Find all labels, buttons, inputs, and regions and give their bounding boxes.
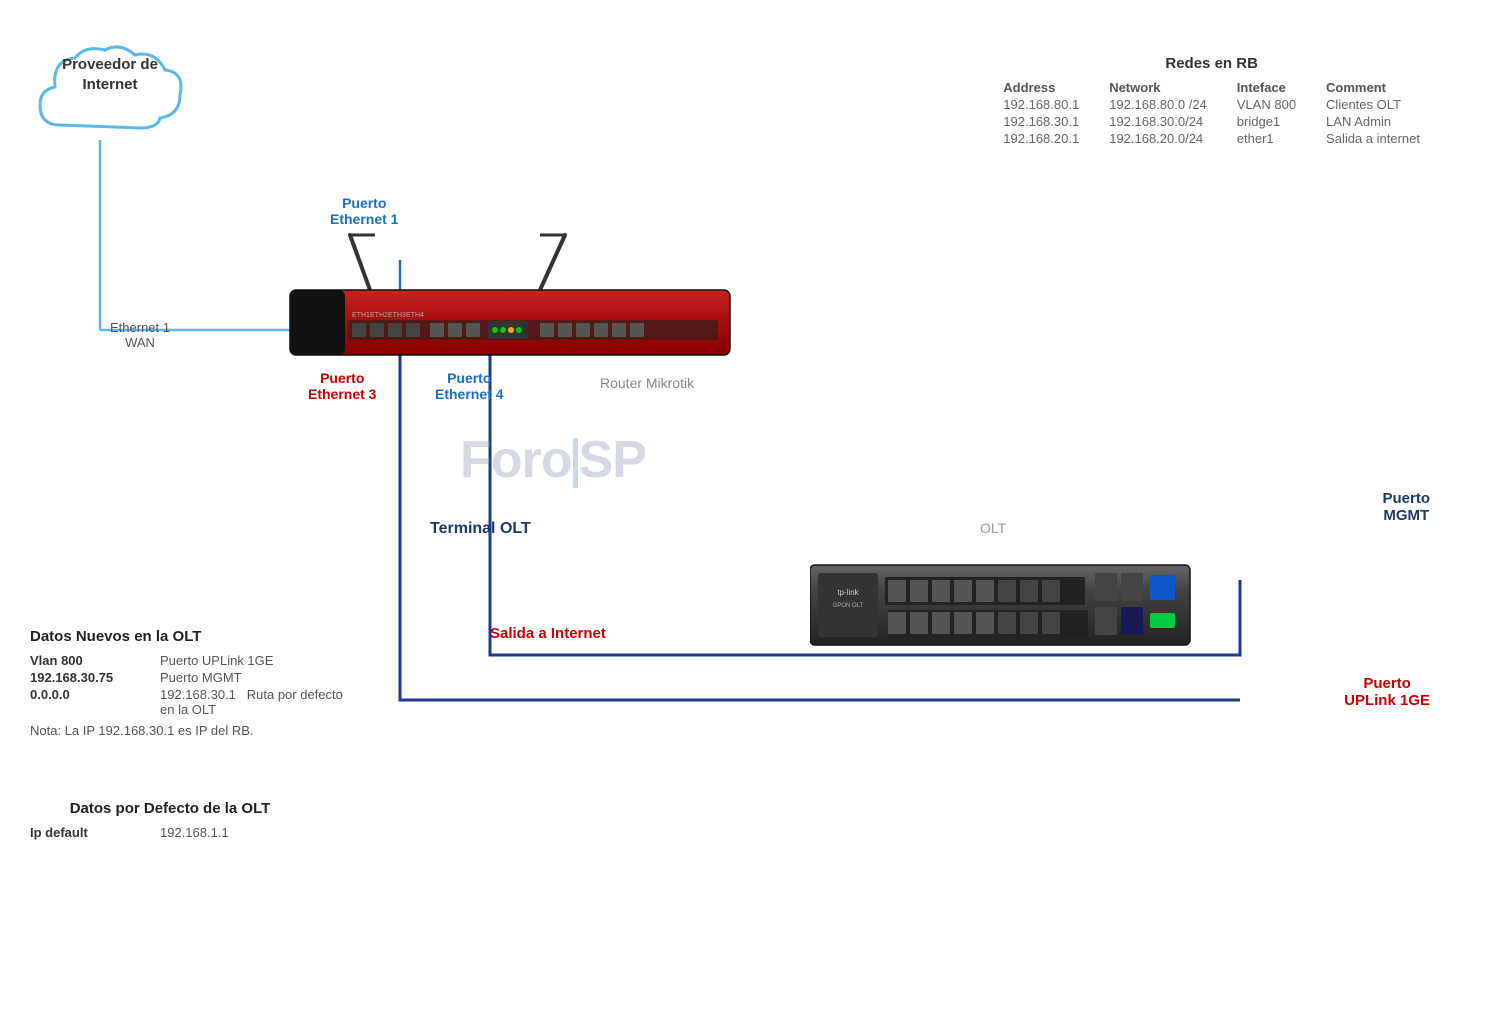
datos-nuevos-nota: Nota: La IP 192.168.30.1 es IP del RB. xyxy=(30,723,360,738)
table-cell-iface-1: bridge1 xyxy=(1237,114,1296,129)
col-header-network: Network xyxy=(1109,80,1207,95)
label-terminal-olt: Terminal OLT xyxy=(430,520,531,538)
dd-value-0: 192.168.1.1 xyxy=(160,825,310,840)
label-puerto-uplink: Puerto UPLink 1GE xyxy=(1344,675,1430,709)
col-header-address: Address xyxy=(1003,80,1079,95)
olt-device-drawing: tp-link GPON OLT xyxy=(810,555,1270,660)
col-header-interface: Inteface xyxy=(1237,80,1296,95)
label-olt: OLT xyxy=(980,520,1006,536)
datos-defecto-section: Datos por Defecto de la OLT Ip default 1… xyxy=(30,800,310,840)
datos-defecto-grid: Ip default 192.168.1.1 xyxy=(30,825,310,840)
datos-nuevos-grid: Vlan 800 Puerto UPLink 1GE 192.168.30.75… xyxy=(30,653,360,717)
svg-text:GPON OLT: GPON OLT xyxy=(833,603,864,609)
label-eth1-wan: Ethernet 1 WAN xyxy=(110,320,170,350)
label-salida-internet: Salida a Internet xyxy=(490,625,606,642)
col-header-comment: Comment xyxy=(1326,80,1420,95)
dn-value-0: Puerto UPLink 1GE xyxy=(160,653,360,668)
network-connections xyxy=(0,0,1500,1031)
table-cell-addr-0: 192.168.80.1 xyxy=(1003,97,1079,112)
label-puerto-ethernet1: PuertoEthernet 1 xyxy=(330,195,398,227)
label-puerto-ethernet3: Puerto Ethernet 3 xyxy=(308,370,376,402)
dn-label-0: Vlan 800 xyxy=(30,653,150,668)
dn-label-1: 192.168.30.75 xyxy=(30,670,150,685)
datos-nuevos-section: Datos Nuevos en la OLT Vlan 800 Puerto U… xyxy=(30,628,360,738)
redes-table: Redes en RB Address Network Inteface Com… xyxy=(1003,55,1420,146)
table-cell-comment-2: Salida a internet xyxy=(1326,131,1420,146)
datos-nuevos-title: Datos Nuevos en la OLT xyxy=(30,628,360,645)
svg-text:ETH3: ETH3 xyxy=(388,312,406,319)
table-cell-iface-2: ether1 xyxy=(1237,131,1296,146)
table-cell-addr-1: 192.168.30.1 xyxy=(1003,114,1079,129)
table-cell-net-1: 192.168.30.0/24 xyxy=(1109,114,1207,129)
dn-value-2: 192.168.30.1 Ruta por defecto en la OLT xyxy=(160,687,360,717)
label-puerto-ethernet4: Puerto Ethernet 4 xyxy=(435,370,503,402)
label-router-mikrotik: Router Mikrotik xyxy=(600,375,694,391)
dd-label-0: Ip default xyxy=(30,825,150,840)
redes-title: Redes en RB xyxy=(1003,55,1420,72)
label-puerto-mgmt: Puerto MGMT xyxy=(1382,490,1430,524)
table-cell-net-2: 192.168.20.0/24 xyxy=(1109,131,1207,146)
watermark: ForoSP xyxy=(460,430,646,490)
cloud-label: Proveedor de Internet xyxy=(30,55,190,94)
router-mikrotik-drawing: ETH1 ETH2 ETH3 ETH4 xyxy=(270,230,760,380)
svg-text:tp-link: tp-link xyxy=(837,588,859,597)
svg-text:ETH4: ETH4 xyxy=(406,312,424,319)
svg-text:ETH2: ETH2 xyxy=(370,312,388,319)
table-cell-iface-0: VLAN 800 xyxy=(1237,97,1296,112)
table-cell-comment-0: Clientes OLT xyxy=(1326,97,1420,112)
table-cell-addr-2: 192.168.20.1 xyxy=(1003,131,1079,146)
table-cell-net-0: 192.168.80.0 /24 xyxy=(1109,97,1207,112)
redes-grid: Address Network Inteface Comment 192.168… xyxy=(1003,80,1420,146)
dn-value-1: Puerto MGMT xyxy=(160,670,360,685)
dn-label-2: 0.0.0.0 xyxy=(30,687,150,717)
table-cell-comment-1: LAN Admin xyxy=(1326,114,1420,129)
datos-defecto-title: Datos por Defecto de la OLT xyxy=(30,800,310,817)
svg-text:ETH1: ETH1 xyxy=(352,312,370,319)
